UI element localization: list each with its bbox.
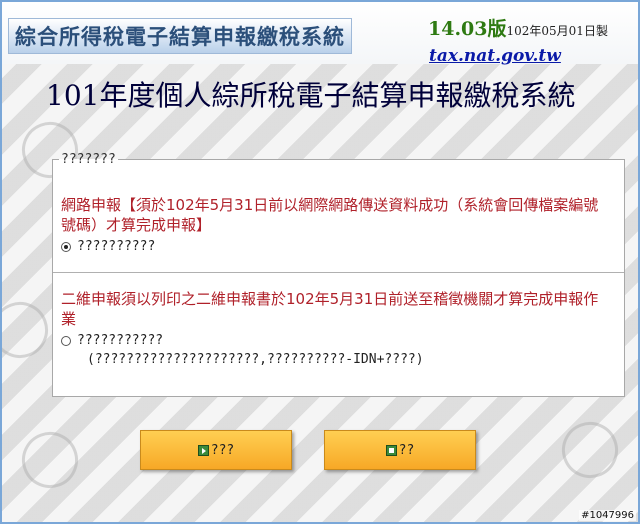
background-stamp bbox=[2, 294, 56, 366]
barcode-filing-note: (?????????????????????,??????????-IDN+??… bbox=[87, 352, 424, 367]
background-stamp bbox=[14, 424, 86, 496]
panel-legend: ??????? bbox=[61, 152, 116, 167]
version-number: 14.03版 bbox=[428, 18, 507, 40]
barcode-filing-radio[interactable] bbox=[61, 335, 71, 346]
option-divider bbox=[53, 272, 624, 273]
version-info: 14.03版102年05月01日製 bbox=[428, 14, 608, 41]
system-logo-title: 綜合所得稅電子結算申報繳稅系統 bbox=[8, 18, 352, 54]
barcode-filing-option: 二維申報須以列印之二維申報書於102年5月31日前送至稽徵機關才算完成申報作業 … bbox=[61, 289, 611, 367]
next-button-label: ??? bbox=[210, 442, 235, 458]
online-filing-radio[interactable] bbox=[61, 241, 71, 252]
website-link[interactable]: tax.nat.gov.tw bbox=[429, 46, 561, 66]
filing-method-panel: ??????? 網路申報【須於102年5月31日前以網際網路傳送資料成功（系統會… bbox=[52, 152, 625, 397]
page-title: 101年度個人綜所稅電子結算申報繳稅系統 bbox=[46, 79, 576, 112]
online-filing-radio-row[interactable]: ?????????? bbox=[61, 239, 611, 254]
exit-button[interactable]: ?? bbox=[324, 430, 476, 470]
online-filing-option: 網路申報【須於102年5月31日前以網際網路傳送資料成功（系統會回傳檔案編號號碼… bbox=[61, 195, 611, 254]
exit-button-label: ?? bbox=[398, 442, 415, 458]
barcode-filing-radio-row[interactable]: ??????????? bbox=[61, 333, 611, 348]
header-banner: 綜合所得稅電子結算申報繳稅系統 14.03版102年05月01日製 tax.na… bbox=[2, 2, 638, 66]
background-stamp bbox=[554, 414, 626, 486]
barcode-filing-radio-label: ??????????? bbox=[77, 333, 164, 348]
app-window: 綜合所得稅電子結算申報繳稅系統 14.03版102年05月01日製 tax.na… bbox=[0, 0, 640, 524]
play-icon bbox=[197, 444, 209, 456]
stop-icon bbox=[385, 444, 397, 456]
build-date: 102年05月01日製 bbox=[506, 24, 608, 38]
next-button[interactable]: ??? bbox=[140, 430, 292, 470]
online-filing-radio-label: ?????????? bbox=[77, 239, 156, 254]
online-filing-description: 網路申報【須於102年5月31日前以網際網路傳送資料成功（系統會回傳檔案編號號碼… bbox=[61, 196, 599, 234]
barcode-filing-description: 二維申報須以列印之二維申報書於102年5月31日前送至稽徵機關才算完成申報作業 bbox=[61, 290, 599, 328]
image-watermark: #1047996 bbox=[579, 510, 636, 521]
